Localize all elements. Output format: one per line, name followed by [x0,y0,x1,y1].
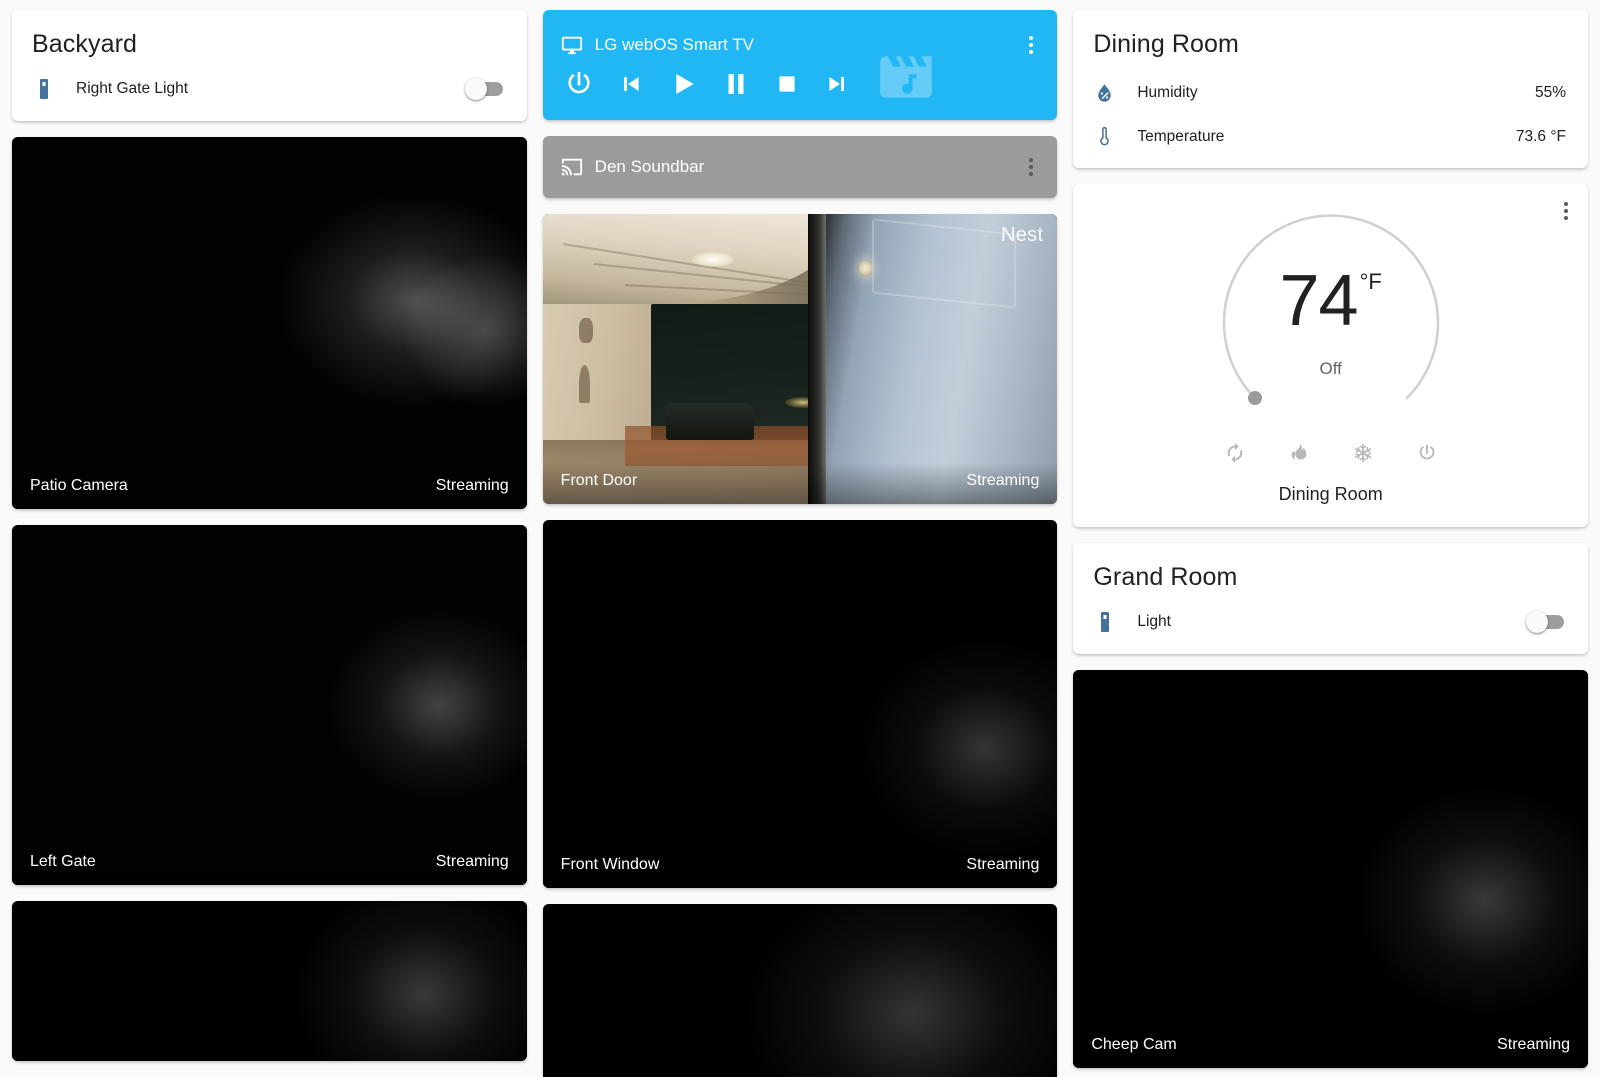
media-player-name: LG webOS Smart TV [594,35,755,54]
media-player-controls [543,58,1058,120]
card-title-backyard: Backyard [32,30,138,58]
card-dining-room: Dining Room Humidity 55% Temperature 73.… [1073,10,1589,168]
card-title-grand-room: Grand Room [1093,563,1238,591]
toggle-knob [464,78,487,100]
thermostat-name: Dining Room [1278,484,1383,504]
dots-vertical-icon[interactable] [1023,154,1039,180]
camera-feed [12,137,527,509]
camera-status: Streaming [966,856,1040,873]
entity-row-temperature[interactable]: Temperature 73.6 °F [1073,117,1588,168]
media-player-name: Den Soundbar [594,157,705,176]
toggle-right-gate-light[interactable] [464,78,503,100]
camera-footer: Left Gate Streaming [12,843,527,885]
media-player-card-den-soundbar[interactable]: Den Soundbar [542,136,1058,198]
camera-feed [12,525,527,885]
entity-value: 55% [1534,84,1567,101]
camera-feed [1073,670,1589,1068]
camera-status: Streaming [435,853,509,870]
camera-card-left-gate[interactable]: Left Gate Streaming [12,525,527,885]
camera-name: Patio Camera [30,477,128,494]
thermostat-dial[interactable]: 74 °F Off [1073,198,1588,446]
thermostat-setpoint-handle [1247,391,1262,405]
camera-brand-watermark: Nest [1001,224,1044,246]
toggle-grand-room-light[interactable] [1526,611,1565,633]
camera-status: Streaming [435,477,509,494]
camera-status: Streaming [1497,1036,1571,1053]
camera-feed [542,904,1058,1077]
column-middle: LG webOS Smart TV Den Soundbar Nest Fron… [542,10,1058,1077]
camera-feed [12,901,527,1061]
television-icon [561,34,583,56]
camera-card-partial[interactable] [542,904,1058,1077]
camera-card-front-window[interactable]: Front Window Streaming [542,520,1058,888]
camera-card-cheep-cam[interactable]: Cheep Cam Streaming [1073,670,1589,1068]
camera-name: Front Door [560,472,638,489]
water-percent-icon [1093,82,1133,105]
skip-next-icon[interactable] [823,70,851,98]
camera-footer: Front Window Streaming [542,846,1058,888]
thermometer-icon [1093,125,1133,148]
camera-feed: Nest [542,214,1058,504]
entity-row-humidity[interactable]: Humidity 55% [1073,69,1588,117]
entity-label: Temperature [1137,127,1225,145]
card-backyard: Backyard Right Gate Light [12,10,527,121]
camera-card-front-door[interactable]: Nest Front Door Streaming [542,214,1058,504]
camera-footer: Patio Camera Streaming [12,467,527,509]
camera-card-patio-camera[interactable]: Patio Camera Streaming [12,137,527,509]
card-thermostat-dining-room: 74 °F Off Dining Room [1073,184,1589,527]
toggle-knob [1526,611,1549,633]
entity-value: 73.6 °F [1515,127,1567,145]
media-player-card-lg-webos-smart-tv[interactable]: LG webOS Smart TV [542,10,1058,120]
column-left: Backyard Right Gate Light Patio Camera S… [12,10,527,1061]
media-player-header: Den Soundbar [543,136,1058,198]
camera-footer: Front Door Streaming [542,462,1058,504]
play-icon[interactable] [667,68,699,100]
card-title-dining-room: Dining Room [1093,30,1239,58]
entity-row-right-gate-light[interactable]: Right Gate Light [12,69,527,121]
thermostat-dial-arc [1222,214,1439,405]
entity-label: Humidity [1137,84,1198,101]
stop-icon[interactable] [773,70,801,98]
camera-card-partial[interactable] [12,901,527,1061]
entity-label: Right Gate Light [76,80,189,97]
pause-icon[interactable] [721,69,751,99]
camera-name: Front Window [560,856,660,873]
dots-vertical-icon[interactable] [1023,32,1039,58]
dashboard-root: Backyard Right Gate Light Patio Camera S… [0,0,1600,1077]
camera-name: Left Gate [30,853,96,870]
camera-image-content [542,214,1058,504]
power-icon[interactable] [563,68,595,100]
camera-feed [542,520,1058,888]
card-grand-room: Grand Room Light [1073,543,1589,654]
cast-icon [561,156,583,178]
camera-footer: Cheep Cam Streaming [1073,1026,1589,1068]
camera-name: Cheep Cam [1091,1036,1177,1053]
media-player-header: LG webOS Smart TV [543,10,1058,58]
light-switch-icon [1093,610,1133,634]
camera-status: Streaming [966,472,1040,489]
column-right: Dining Room Humidity 55% Temperature 73.… [1073,10,1589,1068]
entity-row-grand-room-light[interactable]: Light [1073,602,1588,654]
light-switch-icon [32,77,72,101]
skip-previous-icon[interactable] [617,70,645,98]
entity-label: Light [1137,613,1171,630]
